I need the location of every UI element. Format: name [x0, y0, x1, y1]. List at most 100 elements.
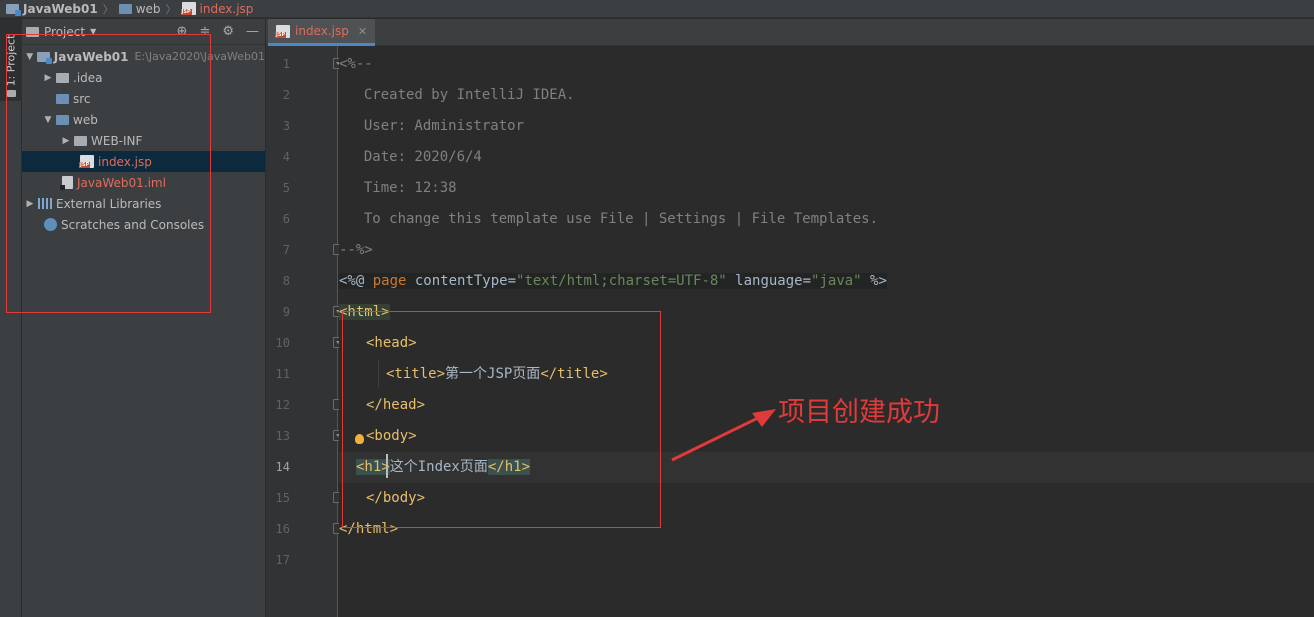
tree-item-label: Scratches and Consoles	[61, 217, 205, 232]
line-number: 13	[275, 429, 290, 443]
code-line-15: </body>	[366, 483, 1314, 514]
line-number: 5	[282, 181, 290, 195]
intention-bulb-icon[interactable]	[355, 434, 364, 444]
tree-item-label: src	[73, 91, 91, 106]
navigation-breadcrumb: JavaWeb01 〉 web 〉 index.jsp	[0, 0, 1314, 18]
comment-text: Date: 2020/6/4	[347, 149, 482, 165]
code-line-10: <head>	[366, 328, 1314, 359]
html-tag: <title>	[386, 366, 446, 382]
line-number: 6	[282, 212, 290, 226]
editor-tab-bar: index.jsp ✕	[266, 19, 1314, 46]
tree-item-external-libraries[interactable]: ▶ External Libraries	[22, 193, 265, 214]
line-number: 17	[275, 553, 290, 567]
iml-file-icon	[60, 176, 73, 190]
web-folder-icon	[56, 114, 69, 125]
annotation-text: 项目创建成功	[778, 397, 940, 428]
line-number: 10	[275, 336, 290, 350]
scratches-icon	[44, 218, 57, 231]
text-cursor	[386, 454, 388, 478]
line-number: 8	[282, 274, 290, 288]
code-line-3: User: Administrator	[347, 111, 1314, 142]
tree-item-label: web	[73, 112, 98, 127]
attribute-name: language=	[726, 273, 812, 289]
breadcrumb-item-web[interactable]: web	[118, 2, 161, 16]
html-tag: </head>	[366, 397, 426, 413]
code-line-9: <html>	[339, 297, 1314, 328]
tree-item-label: WEB-INF	[91, 133, 143, 148]
folder-icon	[74, 135, 87, 146]
code-line-11: <title>第一个JSP页面</title>	[386, 359, 1314, 390]
code-line-8: <%@ page contentType="text/html;charset=…	[339, 266, 996, 297]
code-line-2: Created by IntelliJ IDEA.	[347, 80, 1314, 111]
html-tag: </html>	[339, 521, 399, 537]
minimize-icon[interactable]: —	[246, 24, 259, 39]
line-number: 3	[282, 119, 290, 133]
html-tag: <html>	[339, 304, 390, 320]
html-tag: </body>	[366, 490, 426, 506]
tree-item-index-jsp[interactable]: index.jsp	[22, 151, 265, 172]
comment-text: --%>	[339, 242, 373, 258]
line-number: 11	[275, 367, 290, 381]
heading-text: 这个Index页面	[389, 459, 488, 475]
tree-item-web[interactable]: ▼ web	[22, 109, 265, 130]
code-line-16: </html>	[339, 514, 1314, 545]
editor-tab-index-jsp[interactable]: index.jsp ✕	[268, 19, 376, 46]
project-tool-tab[interactable]: 1: Project	[0, 19, 22, 101]
html-tag: <h1>	[356, 459, 390, 475]
tree-item-idea[interactable]: ▶ .idea	[22, 67, 265, 88]
tool-window-strip: 1: Project	[0, 19, 22, 617]
line-number-current: 14	[275, 460, 290, 474]
jsp-file-icon	[180, 2, 196, 15]
attribute-value: "java"	[811, 273, 862, 289]
chevron-down-icon[interactable]: ▼	[24, 52, 35, 62]
editor-tab-title: index.jsp	[295, 24, 349, 38]
module-icon	[6, 3, 21, 16]
chevron-down-icon[interactable]: ▼	[42, 115, 54, 125]
tree-item-src[interactable]: src	[22, 88, 265, 109]
collapse-all-icon[interactable]: ≑	[199, 24, 210, 39]
tree-item-label: .idea	[73, 70, 103, 85]
chevron-right-icon: 〉	[102, 2, 114, 16]
code-line-5: Time: 12:38	[347, 173, 1314, 204]
project-panel-title: Project	[44, 24, 86, 39]
comment-text: To change this template use File | Setti…	[347, 211, 879, 227]
breadcrumb-label: JavaWeb01	[23, 1, 98, 16]
locate-icon[interactable]: ⊕	[177, 24, 188, 39]
breadcrumb-item-project[interactable]: JavaWeb01	[6, 2, 98, 16]
jsp-keyword: page	[372, 273, 407, 289]
chevron-right-icon[interactable]: ▶	[42, 73, 54, 83]
line-number: 16	[275, 522, 290, 536]
html-tag: </h1>	[487, 459, 531, 475]
chevron-right-icon: 〉	[165, 2, 177, 16]
folder-icon	[26, 26, 39, 37]
tree-item-root[interactable]: ▼ JavaWeb01 E:\Java2020\JavaWeb01	[22, 46, 265, 67]
library-icon	[38, 198, 52, 209]
line-number: 4	[282, 150, 290, 164]
code-editor[interactable]: <%-- Created by IntelliJ IDEA. User: Adm…	[339, 46, 1314, 617]
chevron-right-icon[interactable]: ▶	[24, 199, 36, 209]
project-view-selector[interactable]: Project ▼	[26, 25, 96, 39]
annotation-arrow-icon	[671, 409, 776, 462]
tree-item-label: JavaWeb01.iml	[77, 175, 166, 190]
jsp-directive-close: %>	[861, 273, 887, 289]
code-line-1: <%--	[339, 49, 1314, 80]
breadcrumb-item-file[interactable]: index.jsp	[180, 2, 253, 16]
html-tag: <head>	[366, 335, 417, 351]
tree-item-scratches[interactable]: Scratches and Consoles	[22, 214, 265, 235]
chevron-right-icon[interactable]: ▶	[60, 136, 72, 146]
tree-item-label: index.jsp	[98, 154, 152, 169]
close-icon[interactable]: ✕	[358, 25, 367, 38]
line-number: 15	[275, 491, 290, 505]
module-icon	[37, 51, 53, 64]
jsp-file-icon	[275, 24, 290, 38]
tree-item-label: External Libraries	[56, 196, 162, 211]
chevron-down-icon: ▼	[90, 27, 97, 36]
tree-item-web-inf[interactable]: ▶ WEB-INF	[22, 130, 265, 151]
line-number: 2	[282, 88, 290, 102]
code-line-7: --%>	[339, 235, 1314, 266]
title-text: 第一个JSP页面	[445, 366, 541, 382]
gear-icon[interactable]: ⚙	[222, 24, 234, 39]
indent-guide	[378, 360, 379, 388]
comment-text: Created by IntelliJ IDEA.	[347, 87, 575, 103]
tree-item-iml[interactable]: JavaWeb01.iml	[22, 172, 265, 193]
